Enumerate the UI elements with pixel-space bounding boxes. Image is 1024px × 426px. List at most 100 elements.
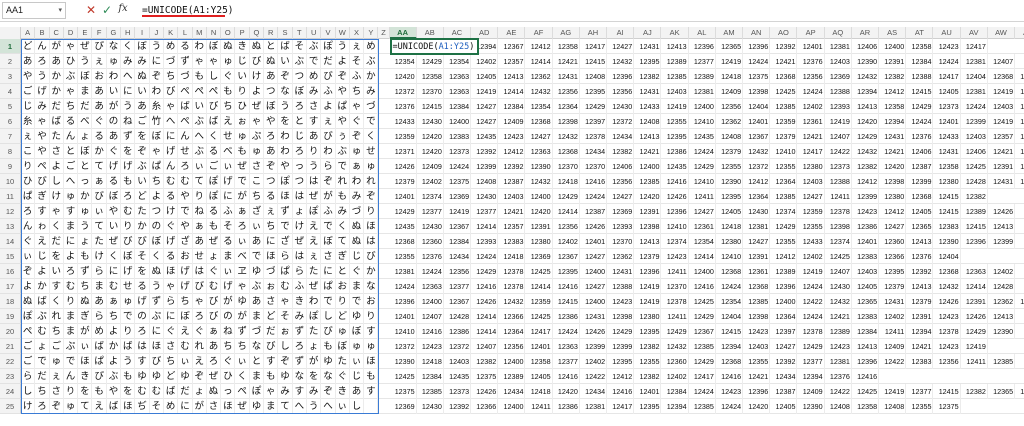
- cell[interactable]: ず: [293, 324, 307, 339]
- name-box[interactable]: AA1 ▾: [2, 2, 66, 19]
- spill-cell[interactable]: 12429: [906, 99, 934, 114]
- spill-cell[interactable]: 12381: [825, 354, 852, 369]
- cell[interactable]: を: [121, 144, 136, 159]
- cell[interactable]: あ: [250, 234, 265, 249]
- spill-cell[interactable]: 12419: [471, 84, 499, 99]
- cell[interactable]: び: [193, 279, 207, 294]
- spill-cell[interactable]: 12408: [825, 399, 852, 414]
- spill-cell[interactable]: 12365: [716, 39, 744, 54]
- spill-cell[interactable]: 12374: [770, 204, 798, 219]
- spill-cell[interactable]: 12363: [444, 69, 472, 84]
- cell[interactable]: ぃ: [21, 249, 36, 264]
- spill-cell[interactable]: 12420: [417, 129, 444, 144]
- spill-cell[interactable]: 12396: [743, 384, 771, 399]
- cell[interactable]: く: [150, 249, 164, 264]
- cell[interactable]: に: [164, 309, 179, 324]
- spill-cell[interactable]: 12419: [662, 99, 689, 114]
- spill-cell[interactable]: 12389: [662, 54, 689, 69]
- cell[interactable]: る: [264, 189, 279, 204]
- spill-cell[interactable]: 12382: [961, 384, 988, 399]
- spill-cell[interactable]: 12410: [662, 219, 689, 234]
- cell[interactable]: げ: [164, 144, 179, 159]
- spill-cell[interactable]: 12416: [553, 279, 580, 294]
- spill-cell[interactable]: 12399: [988, 234, 1016, 249]
- cell[interactable]: ん: [64, 369, 79, 384]
- cell[interactable]: あ: [50, 54, 64, 69]
- spill-cell[interactable]: 12395: [634, 54, 662, 69]
- spill-cell[interactable]: 12367: [743, 129, 771, 144]
- spill-cell[interactable]: 12374: [417, 189, 444, 204]
- spill-cell[interactable]: 12409: [798, 384, 825, 399]
- spill-cell[interactable]: 12435: [444, 369, 472, 384]
- spill-cell[interactable]: 12435: [390, 219, 417, 234]
- cell[interactable]: た: [50, 129, 64, 144]
- row-header[interactable]: 20: [0, 324, 21, 339]
- cell[interactable]: あ: [107, 129, 122, 144]
- cell[interactable]: び: [164, 84, 179, 99]
- spill-cell[interactable]: 12368: [770, 69, 798, 84]
- spill-cell[interactable]: 12434: [580, 384, 608, 399]
- spill-cell[interactable]: 12430: [417, 399, 444, 414]
- cell[interactable]: く: [364, 129, 379, 144]
- cell[interactable]: え: [221, 114, 236, 129]
- spill-cell[interactable]: 12394: [906, 324, 934, 339]
- spill-cell[interactable]: 12385: [634, 174, 662, 189]
- spill-cell[interactable]: 12422: [580, 369, 608, 384]
- column-header-ah[interactable]: AH: [580, 27, 608, 39]
- cell[interactable]: や: [264, 114, 279, 129]
- cell[interactable]: ぽ: [307, 309, 322, 324]
- spill-cell[interactable]: 12383: [852, 249, 880, 264]
- spill-cell[interactable]: 12390: [798, 399, 825, 414]
- cell[interactable]: う: [121, 99, 136, 114]
- spill-cell[interactable]: 12433: [934, 129, 961, 144]
- cell[interactable]: ま: [250, 369, 265, 384]
- enter-button[interactable]: ✓: [100, 3, 114, 18]
- cell[interactable]: ゃ: [236, 279, 250, 294]
- cell[interactable]: し: [350, 399, 365, 414]
- cell[interactable]: ほ: [264, 249, 279, 264]
- cell[interactable]: づ: [364, 99, 379, 114]
- cell[interactable]: け: [250, 69, 265, 84]
- cell[interactable]: ゆ: [278, 369, 293, 384]
- cell[interactable]: ぃ: [93, 204, 107, 219]
- cell[interactable]: も: [207, 219, 222, 234]
- cell[interactable]: ず: [236, 324, 250, 339]
- spill-cell[interactable]: 12358: [526, 354, 553, 369]
- cell[interactable]: ろ: [35, 399, 50, 414]
- cell[interactable]: か: [107, 339, 122, 354]
- cell[interactable]: む: [164, 174, 179, 189]
- spill-cell[interactable]: 12384: [444, 99, 472, 114]
- cell[interactable]: を: [135, 129, 150, 144]
- cell[interactable]: ゆ: [135, 369, 150, 384]
- row-header[interactable]: 4: [0, 84, 21, 99]
- cell[interactable]: せ: [178, 144, 193, 159]
- spill-cell[interactable]: 12372: [743, 159, 771, 174]
- cell[interactable]: む: [121, 204, 136, 219]
- spill-cell[interactable]: 12366: [879, 249, 907, 264]
- cell[interactable]: い: [135, 174, 150, 189]
- spill-cell[interactable]: 12408: [879, 399, 907, 414]
- cell[interactable]: か: [78, 189, 93, 204]
- cell[interactable]: あ: [264, 69, 279, 84]
- spill-cell[interactable]: 12377: [471, 204, 499, 219]
- spill-cell[interactable]: 12373: [444, 384, 472, 399]
- spill-cell[interactable]: 12413: [662, 39, 689, 54]
- cell[interactable]: ぢ: [135, 399, 150, 414]
- spill-cell[interactable]: 12383: [934, 219, 961, 234]
- spill-cell[interactable]: 12415: [417, 99, 444, 114]
- spill-cell[interactable]: 12409: [879, 339, 907, 354]
- spill-cell[interactable]: 12418: [498, 249, 526, 264]
- cell[interactable]: れ: [336, 174, 350, 189]
- spill-cell[interactable]: 12394: [852, 84, 880, 99]
- cell[interactable]: び: [364, 249, 379, 264]
- cell[interactable]: と: [64, 144, 79, 159]
- cell[interactable]: で: [321, 219, 336, 234]
- spill-cell[interactable]: 12424: [553, 324, 580, 339]
- cell[interactable]: あ: [350, 384, 365, 399]
- spill-cell[interactable]: 12411: [526, 399, 553, 414]
- spill-cell[interactable]: 12432: [607, 54, 635, 69]
- spill-cell[interactable]: 12408: [580, 69, 608, 84]
- spill-cell[interactable]: 12417: [934, 69, 961, 84]
- spill-cell[interactable]: 12425: [770, 84, 798, 99]
- cell[interactable]: は: [293, 189, 307, 204]
